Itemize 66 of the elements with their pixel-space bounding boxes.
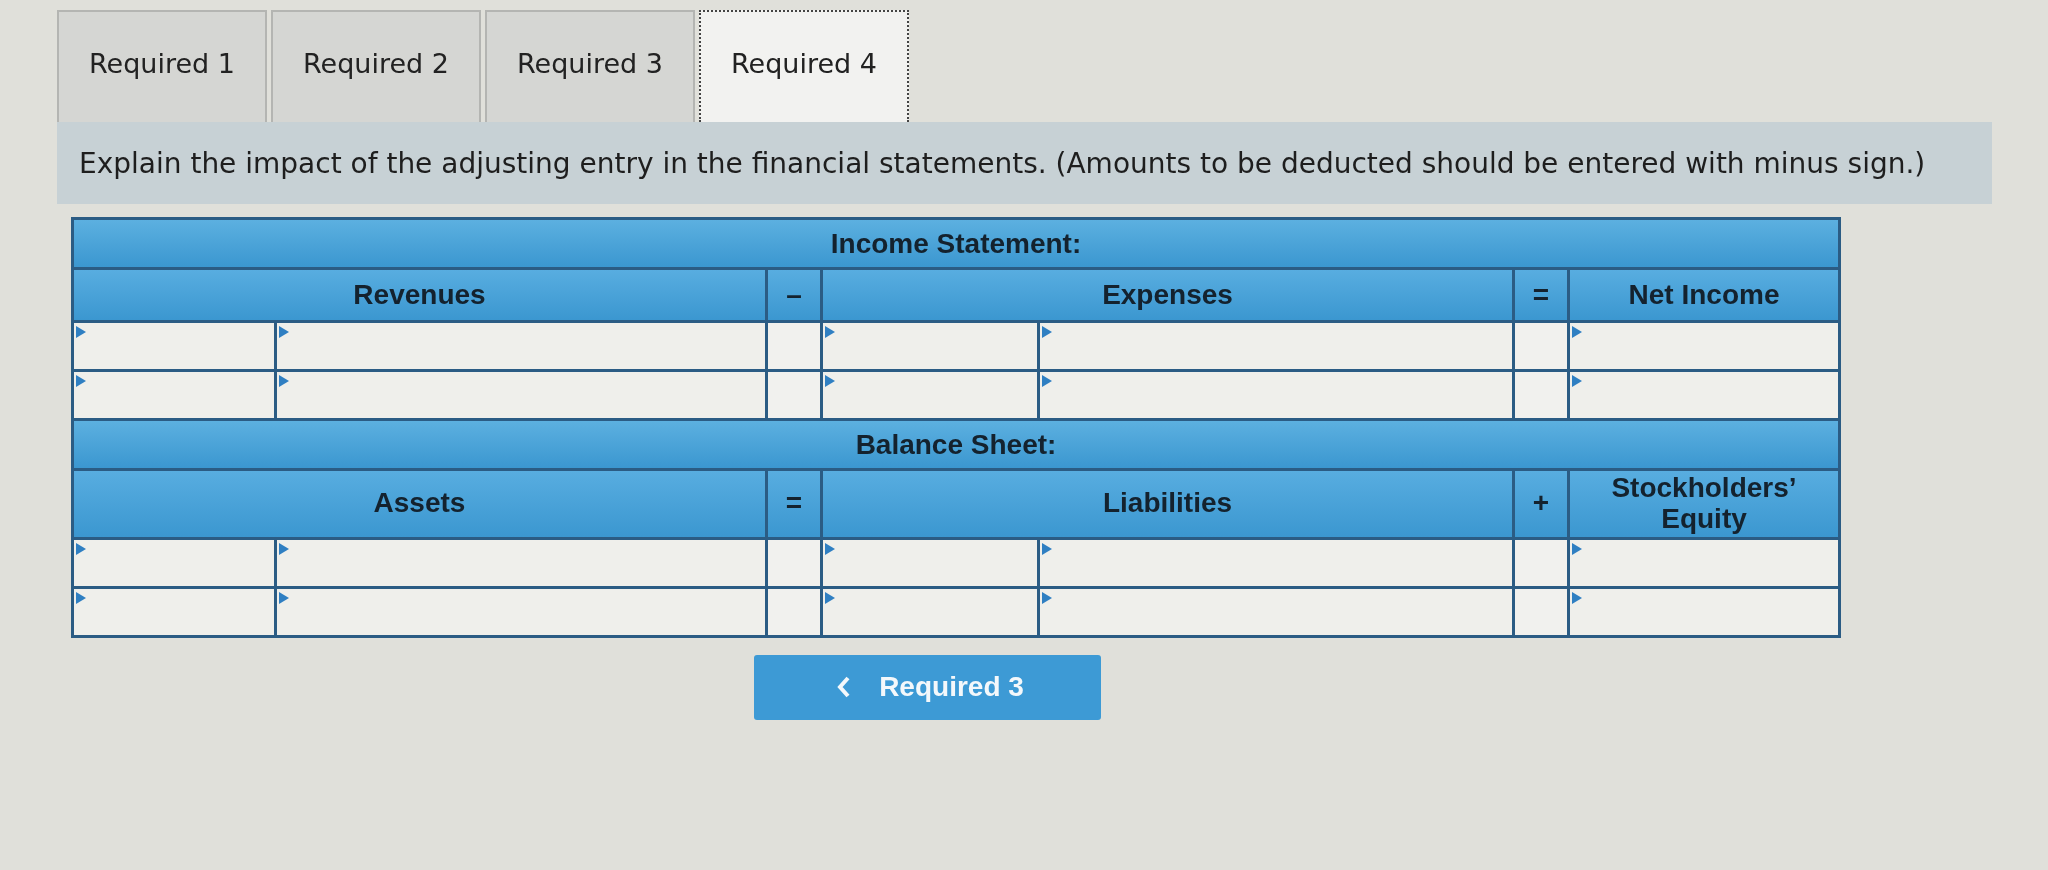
column-header: Assets (74, 471, 765, 537)
input-field[interactable] (1040, 372, 1512, 418)
triangle-marker-icon (825, 326, 835, 338)
section-title: Income Statement: (830, 227, 1082, 260)
input-field[interactable] (823, 372, 1037, 418)
triangle-marker-icon (1042, 542, 1052, 555)
input-field[interactable] (74, 372, 274, 418)
input-field[interactable] (277, 588, 765, 635)
input-field[interactable] (1040, 588, 1512, 635)
input-field[interactable] (74, 323, 274, 369)
triangle-marker-icon (1042, 375, 1052, 387)
input-field[interactable] (1040, 539, 1512, 586)
triangle-marker-icon (76, 542, 86, 555)
column-header: Stockholders’ Equity (1570, 471, 1838, 537)
input-field[interactable] (74, 588, 274, 635)
input-field[interactable] (823, 588, 1037, 635)
column-header: Liabilities (823, 471, 1512, 537)
triangle-marker-icon (1572, 591, 1582, 604)
input-field[interactable] (823, 539, 1037, 586)
triangle-marker-icon (1042, 326, 1052, 338)
tab[interactable]: Required 1 (57, 10, 267, 122)
operator-header: + (1515, 471, 1567, 537)
section-title: Balance Sheet: (855, 428, 1057, 461)
column-header: Revenues (74, 270, 765, 320)
input-field[interactable] (1570, 588, 1838, 635)
input-field[interactable] (1570, 372, 1838, 418)
triangle-marker-icon (279, 542, 289, 555)
input-field[interactable] (1040, 323, 1512, 369)
empty-cell (768, 588, 820, 635)
operator-header: = (1515, 270, 1567, 320)
triangle-marker-icon (1572, 375, 1582, 387)
input-field[interactable] (1570, 323, 1838, 369)
triangle-marker-icon (1042, 591, 1052, 604)
triangle-marker-icon (76, 375, 86, 387)
input-field[interactable] (823, 323, 1037, 369)
triangle-marker-icon (1572, 542, 1582, 555)
input-field[interactable] (277, 372, 765, 418)
empty-cell (768, 539, 820, 586)
empty-cell (1515, 323, 1567, 369)
instruction-text: Explain the impact of the adjusting entry in the financial statements. (Amounts to be deducted should be entered with minus sign.) (79, 146, 1926, 180)
input-field[interactable] (74, 539, 274, 586)
column-header: Net Income (1570, 270, 1838, 320)
empty-cell (1515, 588, 1567, 635)
triangle-marker-icon (825, 542, 835, 555)
input-field[interactable] (277, 323, 765, 369)
triangle-marker-icon (279, 326, 289, 338)
empty-cell (1515, 372, 1567, 418)
chevron-left-icon (837, 676, 852, 699)
tab[interactable]: Required 4 (699, 10, 909, 122)
triangle-marker-icon (279, 375, 289, 387)
triangle-marker-icon (1572, 326, 1582, 338)
empty-cell (1515, 539, 1567, 586)
triangle-marker-icon (279, 591, 289, 604)
input-field[interactable] (277, 539, 765, 586)
column-header: Expenses (823, 270, 1512, 320)
empty-cell (768, 372, 820, 418)
triangle-marker-icon (76, 326, 86, 338)
empty-cell (768, 323, 820, 369)
operator-header: – (768, 270, 820, 320)
triangle-marker-icon (76, 591, 86, 604)
tab[interactable]: Required 3 (485, 10, 695, 122)
triangle-marker-icon (825, 591, 835, 604)
input-field[interactable] (1570, 539, 1838, 586)
operator-header: = (768, 471, 820, 537)
tab[interactable]: Required 2 (271, 10, 481, 122)
triangle-marker-icon (825, 375, 835, 387)
